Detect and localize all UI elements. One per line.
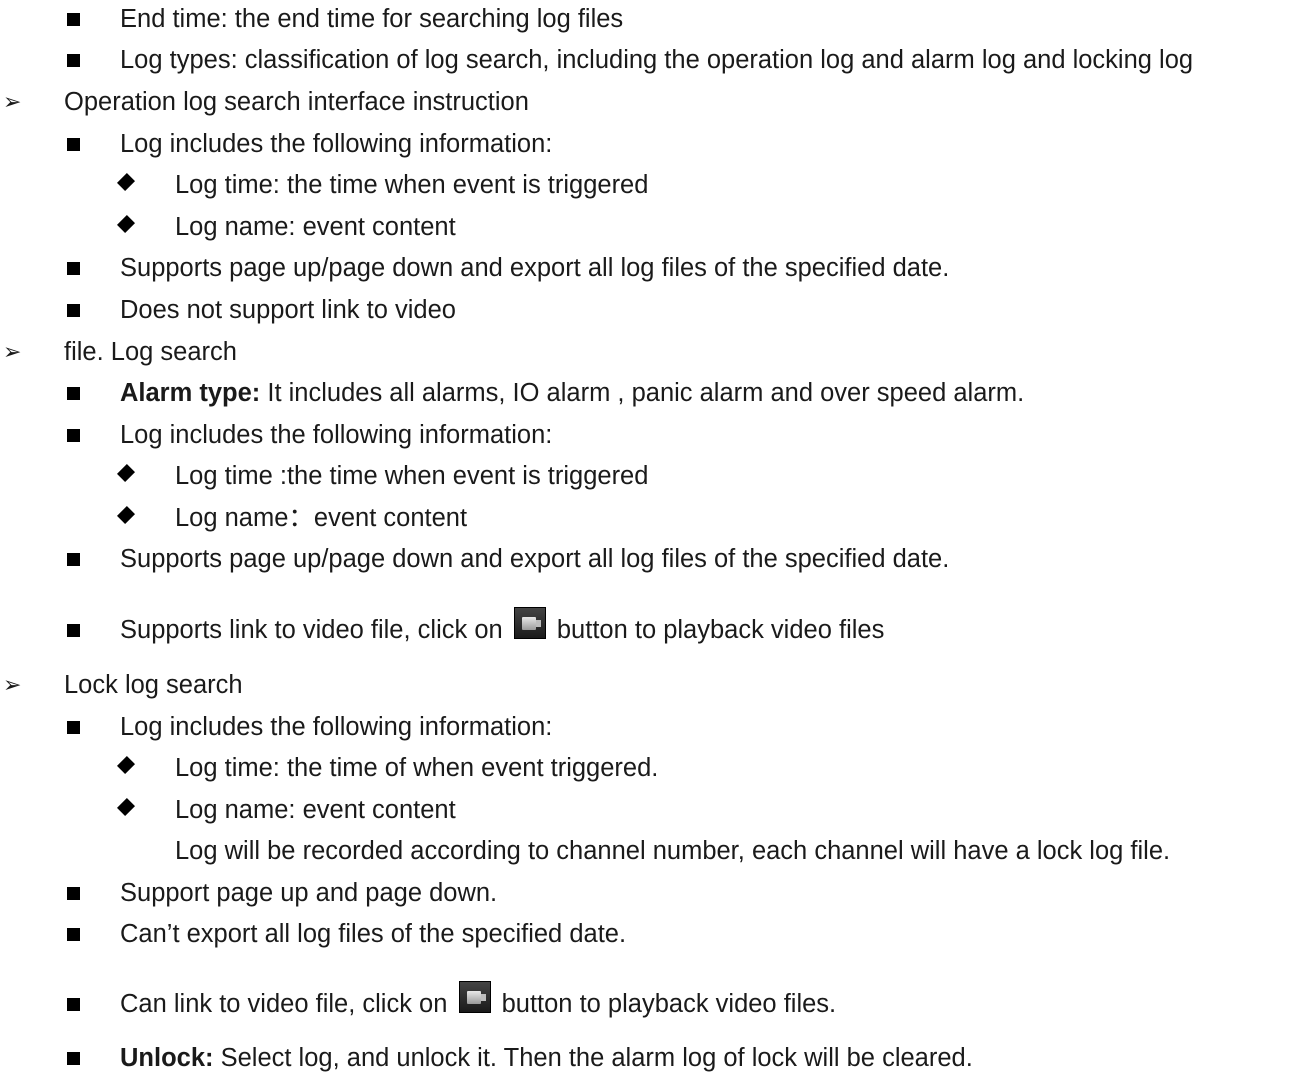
- square-bullet-icon: [67, 721, 80, 734]
- playback-button-icon: [458, 981, 491, 1014]
- square-bullet-icon: [67, 262, 80, 275]
- sub-list-item-text: Log name：event content: [175, 504, 468, 532]
- section-heading-text: Lock log search: [64, 671, 243, 699]
- square-bullet-icon: [67, 54, 80, 67]
- list-item-text: Supports page up/page down and export al…: [120, 545, 950, 573]
- arrow-bullet-icon: ➢: [3, 339, 22, 364]
- list-item-text: Support page up and page down.: [120, 879, 498, 907]
- list-item-text: Log includes the following information:: [120, 421, 553, 449]
- square-bullet-icon: [67, 429, 80, 442]
- list-item-text: Log types: classification of log search,…: [120, 46, 1194, 74]
- list-item-text: Does not support link to video: [120, 296, 456, 324]
- list-item-text-before: Can link to video file, click on: [120, 990, 448, 1018]
- list-item-text: Unlock: Select log, and unlock it. Then …: [120, 1042, 973, 1074]
- sub-list-item-text: Log time: the time of when event trigger…: [175, 754, 659, 782]
- list-item-text-after: button to playback video files.: [501, 990, 837, 1018]
- sub-list-item-text: Log time: the time when event is trigger…: [175, 171, 649, 199]
- diamond-bullet-icon: [116, 505, 136, 525]
- playback-button-icon: [513, 607, 546, 640]
- square-bullet-icon: [67, 553, 80, 566]
- list-item-text: Alarm type: It includes all alarms, IO a…: [120, 377, 1024, 409]
- section-heading-text: Operation log search interface instructi…: [64, 88, 529, 116]
- square-bullet-icon: [67, 1052, 80, 1065]
- list-item-text: Supports link to video file, click on bu…: [120, 607, 885, 647]
- term-description: It includes all alarms, IO alarm , panic…: [260, 379, 1025, 407]
- square-bullet-icon: [67, 304, 80, 317]
- sub-list-item-text: Log name: event content: [175, 213, 456, 241]
- diamond-bullet-icon: [116, 172, 136, 192]
- square-bullet-icon: [67, 998, 80, 1011]
- diamond-bullet-icon: [116, 755, 136, 775]
- square-bullet-icon: [67, 138, 80, 151]
- list-item-text: End time: the end time for searching log…: [120, 5, 624, 33]
- term-description: Select log, and unlock it. Then the alar…: [213, 1044, 973, 1072]
- diamond-bullet-icon: [116, 797, 136, 817]
- list-item-text: Can’t export all log files of the specif…: [120, 920, 627, 948]
- term-label: Unlock:: [120, 1044, 214, 1072]
- diamond-bullet-icon: [116, 214, 136, 234]
- square-bullet-icon: [67, 928, 80, 941]
- section-heading-text: file. Log search: [64, 338, 237, 366]
- sub-list-item-text: Log time :the time when event is trigger…: [175, 462, 649, 490]
- term-label: Alarm type:: [120, 379, 261, 407]
- continuation-text-content: Log will be recorded according to channe…: [175, 837, 1171, 865]
- square-bullet-icon: [67, 387, 80, 400]
- list-item-text: Supports page up/page down and export al…: [120, 254, 950, 282]
- list-item-text-before: Supports link to video file, click on: [120, 616, 503, 644]
- list-item-text: Log includes the following information:: [120, 713, 553, 741]
- sub-list-item-text: Log name: event content: [175, 796, 456, 824]
- square-bullet-icon: [67, 13, 80, 26]
- diamond-bullet-icon: [116, 463, 136, 483]
- arrow-bullet-icon: ➢: [3, 89, 22, 114]
- square-bullet-icon: [67, 887, 80, 900]
- square-bullet-icon: [67, 624, 80, 637]
- arrow-bullet-icon: ➢: [3, 672, 22, 697]
- list-item-text: Can link to video file, click on button …: [120, 981, 837, 1021]
- list-item-text: Log includes the following information:: [120, 130, 553, 158]
- list-item-text-after: button to playback video files: [556, 616, 885, 644]
